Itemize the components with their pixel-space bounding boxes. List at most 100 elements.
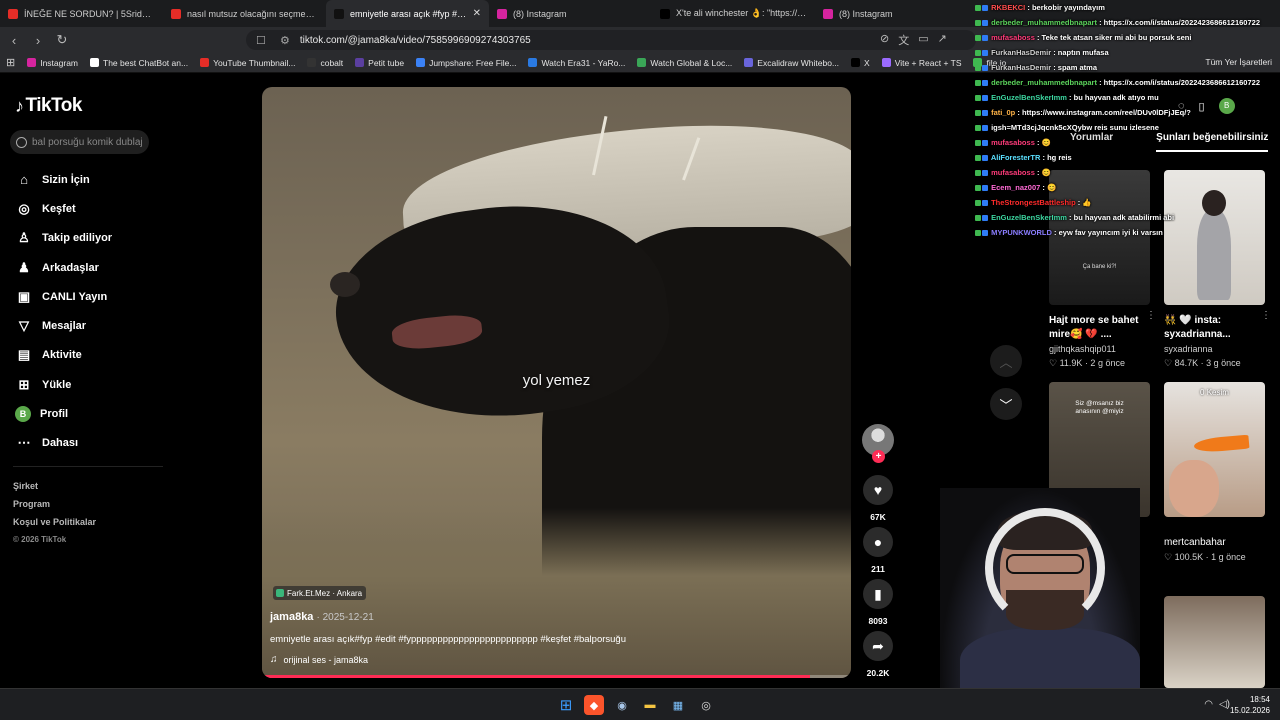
back-icon[interactable]: ‹ [4,30,24,50]
bookmark-item[interactable]: Watch Era31 - YaRo... [528,58,625,68]
bookmark-item[interactable]: The best ChatBot an... [90,58,188,68]
close-tab-icon[interactable]: ✕ [473,8,481,19]
bookmark-item[interactable]: Vite + React + TS [881,58,961,68]
badge-icon [975,110,981,117]
share-icon[interactable]: ↗ [938,32,947,48]
cast-icon[interactable]: ▭ [918,32,928,48]
bookmark-label: cobalt [320,57,344,68]
wifi-icon[interactable]: ◠ [1204,699,1213,710]
card-user[interactable]: gjithqkashqip011 [1049,344,1150,354]
suggested-video-card[interactable]: 0 Kesim mertcanbahar ♡ 100.5K · 1 g önce [1164,382,1265,563]
bookmark-item[interactable]: YouTube Thumbnail... [200,58,295,68]
nav-item[interactable]: ♟ Arkadaşlar [15,253,112,282]
heart-icon[interactable]: ♥ [863,475,893,505]
apps-grid-icon[interactable]: ⊞ [6,56,15,69]
chat-message: TheStrongestBattleship : 👍 [975,195,1280,210]
search-input[interactable]: bal porsuğu komik dublaj [10,130,149,154]
nav-item[interactable]: B Profil [15,399,112,428]
bookmark-favicon [416,58,426,67]
windows-start-icon[interactable]: ⊞ [556,695,576,715]
video-subtitle: yol yemez [522,372,591,389]
forward-icon[interactable]: › [28,30,48,50]
video-thumbnail[interactable] [1164,596,1265,688]
nav-item[interactable]: ▣ CANLI Yayın [15,282,112,311]
like-action[interactable]: ♥ 67K [862,475,894,522]
save-count: 8093 [868,616,888,626]
comment-action[interactable]: ● 211 [862,527,894,574]
bookmark-item[interactable]: X [851,58,870,68]
creator-avatar[interactable]: + [862,424,894,463]
reload-icon[interactable]: ↻ [52,30,72,50]
url-text[interactable]: tiktok.com/@jama8ka/video/75859969092743… [300,35,531,46]
tiktok-logo[interactable]: ♪ TikTok [15,95,82,117]
nav-item[interactable]: ◎ Keşfet [15,194,112,223]
company-link[interactable]: Şirket [13,477,96,495]
app-icon[interactable]: ▦ [668,695,688,715]
translate-icon[interactable]: 文 [898,32,909,48]
follow-plus-icon[interactable]: + [872,450,885,463]
location-tag[interactable]: Fark.Et.Mez · Ankara [273,586,367,600]
nav-item[interactable]: ⊞ Yükle [15,370,112,399]
live-icon: ▣ [17,288,31,304]
badge-icon [975,200,981,207]
next-video-button[interactable]: ﹀ [990,388,1022,420]
brave-browser-icon[interactable]: ◆ [584,695,604,715]
bookmark-item[interactable]: Instagram [27,58,78,68]
progress-bar[interactable] [262,675,810,678]
file-explorer-icon[interactable]: ▬ [640,695,660,715]
card-menu-icon[interactable]: ⋮ [1146,310,1156,321]
video-player[interactable]: yol yemez Fark.Et.Mez · Ankara jama8ka ·… [262,87,851,678]
program-link[interactable]: Program [13,495,96,513]
comment-icon[interactable]: ● [863,527,893,557]
bookmark-icon[interactable]: ▮ [863,579,893,609]
suggested-video-card[interactable] [1164,596,1265,688]
site-settings-icon[interactable]: ⚙ [280,34,290,47]
bookmark-item[interactable]: Jumpshare: Free File... [416,58,516,68]
card-user[interactable]: syxadrianna [1164,344,1265,354]
bookmark-item[interactable]: Watch Global & Loc... [637,58,732,68]
nav-item[interactable]: ▽ Mesajlar [15,311,112,340]
browser-tab[interactable]: (8) Instagram [489,0,652,27]
browser-tab[interactable]: (8) Instagram [815,0,978,27]
video-thumbnail[interactable]: 0 Kesim [1164,382,1265,517]
browser-tab[interactable]: X'te ali winchester 👌: "https://t.co/f [652,0,815,27]
bookmark-item[interactable]: Excalidraw Whitebo... [744,58,839,68]
nav-item[interactable]: ⋯ Dahası [15,429,112,458]
webcam-body [960,628,1140,688]
headset-icon [985,508,1105,628]
badge-icon [975,5,981,12]
share-action[interactable]: ➦ 20.2K [862,631,894,678]
card-user[interactable]: mertcanbahar [1164,537,1265,548]
video-author-line: jama8ka · 2025-12-21 [270,611,374,623]
nav-item-label: CANLI Yayın [42,290,108,303]
share-arrow-icon[interactable]: ➦ [863,631,893,661]
badge-icon [975,230,981,237]
nav-item[interactable]: ▤ Aktivite [15,341,112,370]
clock[interactable]: 18:54 15.02.2026 [1230,694,1270,716]
obs-icon[interactable]: ◎ [696,695,716,715]
sound-link[interactable]: ♫ orijinal ses - jama8ka [270,654,368,665]
browser-tab[interactable]: emniyetle arası açık #fyp #edit ✕ [326,0,489,27]
badge-icon [982,155,988,162]
previous-video-button[interactable]: ︿ [990,345,1022,377]
badge-icon [975,185,981,192]
chat-text: : bu hayvan adk atıyo mu [1069,93,1159,102]
save-action[interactable]: ▮ 8093 [862,579,894,626]
card-meta: ♡ 100.5K · 1 g önce [1164,552,1265,563]
browser-tab[interactable]: nasıl mutsuz olacağını seçmen gerek [163,0,326,27]
bookmark-item[interactable]: Petit tube [355,58,404,68]
steam-icon[interactable]: ◉ [612,695,632,715]
browser-tab[interactable]: İNEĞE NE SORDUN? | 5Sriders | Mob [0,0,163,27]
post-date: · 2025-12-21 [316,612,374,623]
thumbnail-text: Ça bane ki?! [1082,264,1117,270]
nav-item[interactable]: ⌂ Sizin İçin [15,165,112,194]
author-name[interactable]: jama8ka [270,611,313,623]
card-menu-icon[interactable]: ⋮ [1261,310,1271,321]
terms-link[interactable]: Koşul ve Politikalar [13,513,96,531]
volume-icon[interactable]: ◁) [1219,699,1230,710]
no-tracking-icon[interactable]: ⊘ [880,32,889,48]
address-bar[interactable]: ☐ ⚙ tiktok.com/@jama8ka/video/7585996909… [246,30,976,50]
nav-item[interactable]: ♙ Takip ediliyor [15,224,112,253]
bookmark-item[interactable]: cobalt [307,58,343,68]
bookmark-icon[interactable]: ☐ [256,34,268,47]
